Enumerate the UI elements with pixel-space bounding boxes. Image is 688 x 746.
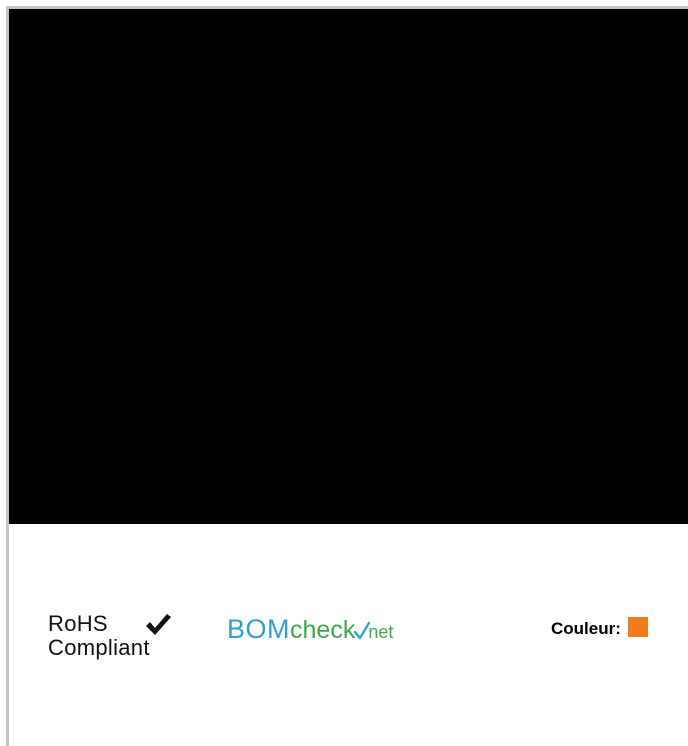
color-indicator: Couleur: [551,617,649,641]
product-image [9,9,688,524]
bomcheck-logo-check: check [290,616,356,644]
bomcheck-logo: BOMcheck net [227,613,393,645]
bomcheck-logo-bom: BOM [227,614,291,644]
bomcheck-logo-net: net [368,622,394,642]
color-swatch [628,617,649,637]
rohs-subtitle: Compliant [48,635,150,660]
rohs-title: RoHS [48,611,108,636]
color-label: Couleur: [551,619,621,638]
rohs-compliant-logo: RoHS Compliant [48,611,188,667]
product-card: RoHS Compliant BOMcheck net Couleur: [0,0,688,746]
